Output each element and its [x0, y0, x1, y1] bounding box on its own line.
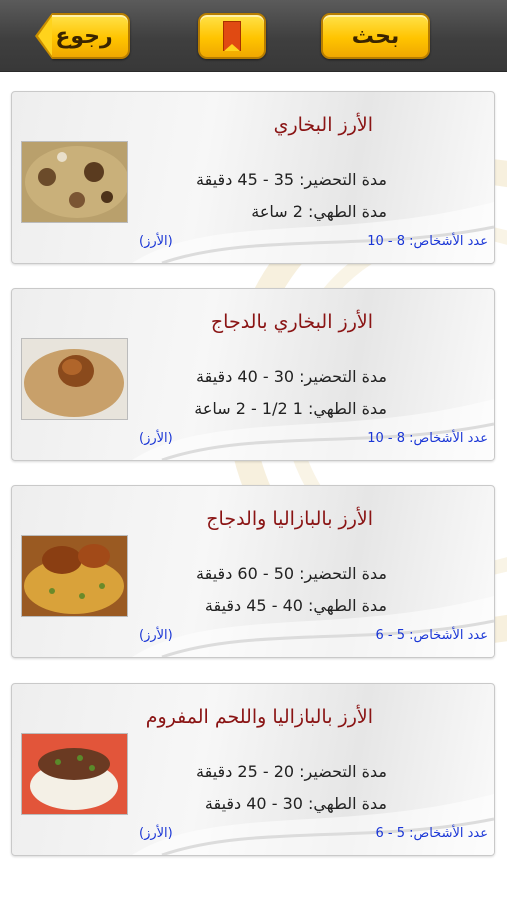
recipe-card[interactable]: الأرز بالبازاليا واللحم المفروم مدة التح… [11, 683, 495, 856]
bookmark-icon [224, 22, 240, 51]
rice-bukhari-photo [21, 141, 128, 223]
prep-time: مدة التحضير: 30 - 40 دقيقة [196, 367, 387, 386]
recipe-card[interactable]: الأرز البخاري مدة التحضير: 35 - 45 دقيقة… [11, 91, 495, 264]
category-link[interactable]: (الأرز) [139, 431, 173, 446]
rice-peas-mince-photo [21, 733, 128, 815]
servings: عدد الأشخاص: 5 - 6 [375, 628, 488, 643]
cook-time: مدة الطهي: 1 1/2 - 2 ساعة [194, 399, 387, 418]
recipe-title: الأرز البخاري [273, 114, 373, 136]
cook-time: مدة الطهي: 40 - 45 دقيقة [204, 596, 387, 615]
recipe-title: الأرز بالبازاليا والدجاج [206, 508, 373, 530]
cook-time: مدة الطهي: 30 - 40 دقيقة [204, 794, 387, 813]
bookmarks-button[interactable] [198, 13, 266, 59]
servings: عدد الأشخاص: 8 - 10 [367, 234, 488, 249]
back-button[interactable]: رجوع [35, 13, 130, 59]
prep-time: مدة التحضير: 20 - 25 دقيقة [196, 762, 387, 781]
servings: عدد الأشخاص: 8 - 10 [367, 431, 488, 446]
category-link[interactable]: (الأرز) [139, 628, 173, 643]
recipe-title: الأرز بالبازاليا واللحم المفروم [145, 706, 373, 728]
rice-peas-chicken-photo [21, 535, 128, 617]
recipe-card[interactable]: الأرز البخاري بالدجاج مدة التحضير: 30 - … [11, 288, 495, 461]
prep-time: مدة التحضير: 50 - 60 دقيقة [196, 564, 387, 583]
back-label: رجوع [55, 23, 113, 49]
prep-time: مدة التحضير: 35 - 45 دقيقة [196, 170, 387, 189]
top-toolbar: رجوع بحث [0, 0, 507, 72]
category-link[interactable]: (الأرز) [139, 234, 173, 249]
servings: عدد الأشخاص: 5 - 6 [375, 826, 488, 841]
search-label: بحث [351, 23, 400, 49]
category-link[interactable]: (الأرز) [139, 826, 173, 841]
rice-chicken-photo [21, 338, 128, 420]
recipe-card[interactable]: الأرز بالبازاليا والدجاج مدة التحضير: 50… [11, 485, 495, 658]
cook-time: مدة الطهي: 2 ساعة [251, 202, 387, 221]
recipe-title: الأرز البخاري بالدجاج [210, 311, 373, 333]
search-button[interactable]: بحث [321, 13, 430, 59]
